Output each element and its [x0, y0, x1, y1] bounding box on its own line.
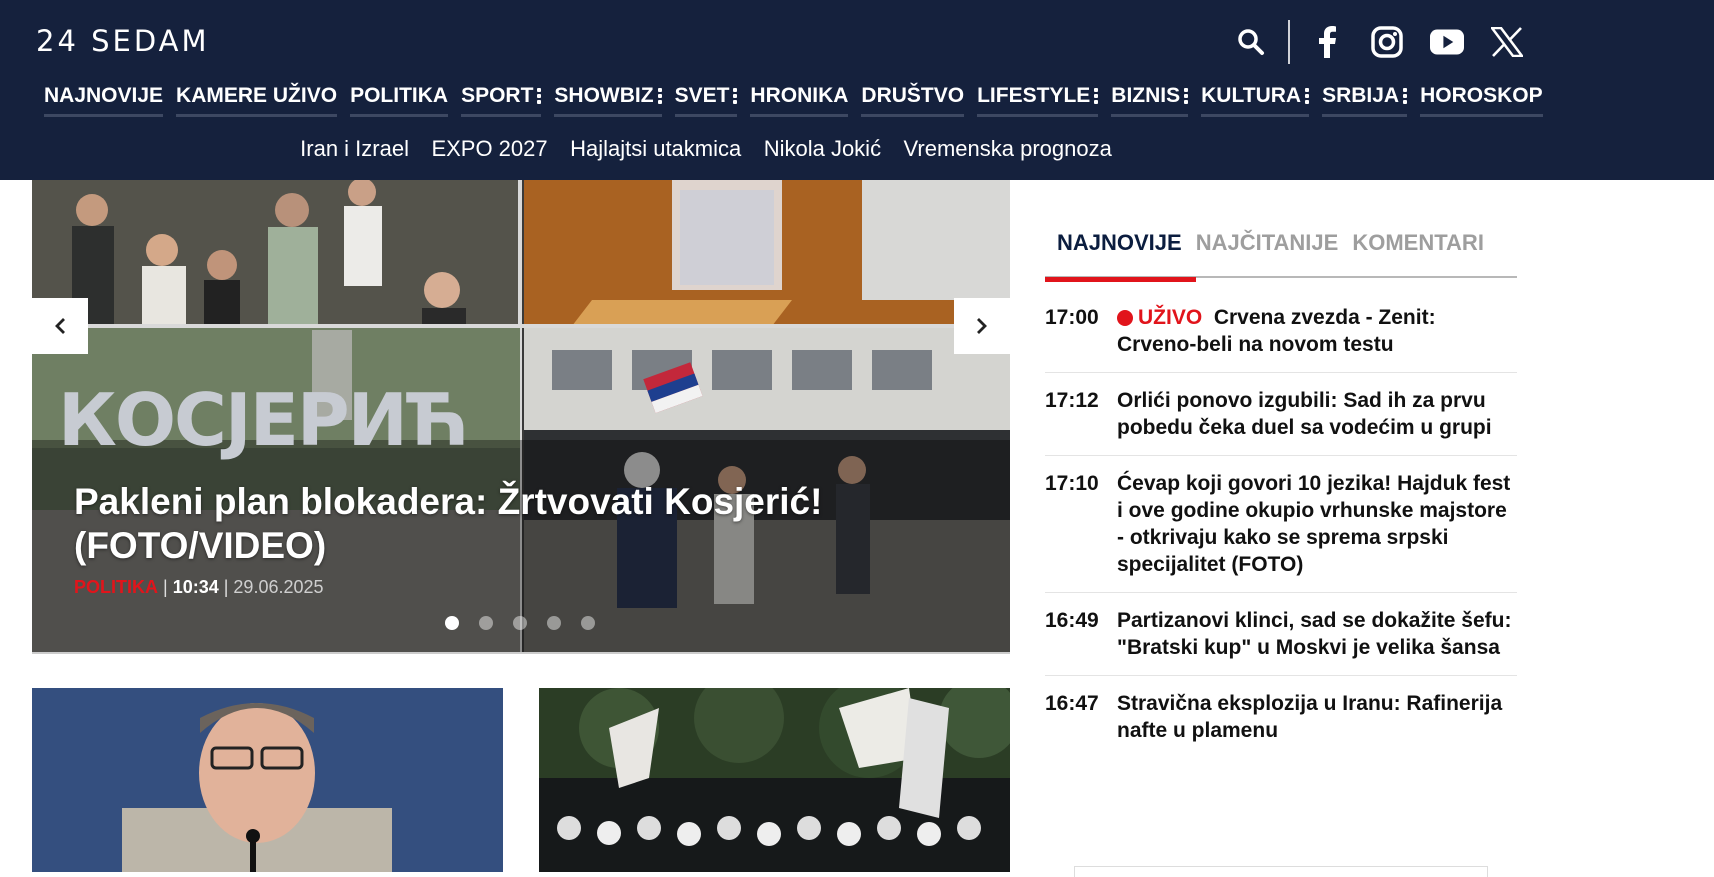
article-image [32, 688, 503, 872]
slider-dot[interactable] [581, 616, 595, 630]
topic-link[interactable]: Hajlajtsi utakmica [570, 136, 741, 161]
chevron-left-icon [55, 318, 65, 334]
nav-item-label: SVET [674, 84, 730, 107]
nav-item-kultura[interactable]: KULTURA [1201, 84, 1310, 117]
main-navigation: NAJNOVIJE KAMERE UŽIVO POLITIKA SPORT SHOWBI… [44, 84, 1543, 117]
tab-najnovije[interactable]: NAJNOVIJE [1045, 228, 1196, 282]
nav-item-label: KAMERE UŽIVO [176, 84, 338, 107]
topic-link[interactable]: Iran i Izrael [300, 136, 409, 161]
nav-item-svet[interactable]: SVET [674, 84, 738, 117]
hero-category[interactable]: POLITIKA [74, 577, 158, 597]
nav-item-biznis[interactable]: BIZNIS [1111, 84, 1189, 117]
more-dots-icon[interactable] [1184, 88, 1189, 104]
nav-item-društvo[interactable]: DRUŠTVO [861, 84, 965, 117]
more-dots-icon[interactable] [1305, 88, 1310, 104]
topic-link[interactable]: Vremenska prognoza [904, 136, 1112, 161]
nav-item-hronika[interactable]: HRONIKA [750, 84, 849, 117]
news-time: 17:00 [1045, 306, 1099, 329]
nav-item-showbiz[interactable]: SHOWBIZ [554, 84, 662, 117]
slider-dot[interactable] [445, 616, 459, 630]
nav-item-kamere-uživo[interactable]: KAMERE UŽIVO [176, 84, 338, 117]
hero-title[interactable]: Pakleni plan blokadera: Žrtvovati Kosjer… [74, 480, 934, 568]
nav-item-label: LIFESTYLE [977, 84, 1091, 107]
news-item[interactable]: 17:12 Orlići ponovo izgubili: Sad ih za … [1045, 373, 1517, 456]
instagram-icon[interactable] [1370, 25, 1404, 59]
nav-item-label: SHOWBIZ [554, 84, 654, 107]
slider-next-button[interactable] [954, 298, 1010, 354]
more-dots-icon[interactable] [1403, 88, 1408, 104]
header-tools [1234, 20, 1524, 64]
news-time: 17:12 [1045, 389, 1099, 412]
nav-item-sport[interactable]: SPORT [461, 84, 542, 117]
nav-item-label: HOROSKOP [1420, 84, 1543, 107]
topic-link[interactable]: Nikola Jokić [764, 136, 881, 161]
hero-date: 29.06.2025 [233, 577, 324, 597]
news-item[interactable]: 17:10 Ćevap koji govori 10 jezika! Hajdu… [1045, 456, 1517, 593]
topic-link[interactable]: EXPO 2027 [431, 136, 547, 161]
nav-item-label: DRUŠTVO [861, 84, 965, 107]
slider-dot[interactable] [547, 616, 561, 630]
search-icon[interactable] [1234, 25, 1268, 59]
slider-dot[interactable] [513, 616, 527, 630]
more-dots-icon[interactable] [733, 88, 738, 104]
nav-item-lifestyle[interactable]: LIFESTYLE [977, 84, 1099, 117]
news-time: 16:47 [1045, 692, 1099, 715]
nav-item-label: NAJNOVIJE [44, 84, 164, 107]
more-dots-icon[interactable] [657, 88, 662, 104]
hero-meta: POLITIKA | 10:34 | 29.06.2025 [74, 577, 324, 597]
hero-time: 10:34 [172, 577, 219, 597]
news-item[interactable]: 17:00 UŽIVO Crvena zvezda - Zenit: Crven… [1045, 290, 1517, 373]
chevron-right-icon [977, 318, 987, 334]
facebook-icon[interactable] [1310, 25, 1344, 59]
article-card[interactable] [32, 688, 503, 872]
nav-item-srbija[interactable]: SRBIJA [1322, 84, 1408, 117]
nav-item-label: SRBIJA [1322, 84, 1400, 107]
more-dots-icon[interactable] [537, 88, 542, 104]
header-divider [1288, 20, 1290, 64]
news-headline-wrap: UŽIVO Crvena zvezda - Zenit: Crveno-beli… [1117, 304, 1517, 358]
nav-item-horoskop[interactable]: HOROSKOP [1420, 84, 1543, 117]
news-item[interactable]: 16:49 Partizanovi klinci, sad se dokažit… [1045, 593, 1517, 676]
news-headline[interactable]: Ćevap koji govori 10 jezika! Hajduk fest… [1117, 470, 1517, 578]
youtube-icon[interactable] [1430, 25, 1464, 59]
news-headline[interactable]: Partizanovi klinci, sad se dokažite šefu… [1117, 607, 1517, 661]
latest-news-list: 17:00 UŽIVO Crvena zvezda - Zenit: Crven… [1045, 290, 1517, 758]
news-headline[interactable]: Orlići ponovo izgubili: Sad ih za prvu p… [1117, 387, 1517, 441]
site-header: 24 SEDAM NAJNOVIJE KAMERE UŽIVO POLITIKA SP… [0, 0, 1714, 180]
site-logo[interactable]: 24 SEDAM [36, 24, 210, 58]
more-dots-icon[interactable] [1094, 88, 1099, 104]
news-headline[interactable]: Stravična eksplozija u Iranu: Rafinerija… [1117, 690, 1517, 744]
news-time: 16:49 [1045, 609, 1099, 632]
nav-item-najnovije[interactable]: NAJNOVIJE [44, 84, 164, 117]
nav-item-label: SPORT [461, 84, 534, 107]
tab-komentari[interactable]: KOMENTARI [1352, 228, 1484, 278]
live-dot-icon [1117, 310, 1133, 326]
slider-dot[interactable] [479, 616, 493, 630]
x-icon[interactable] [1490, 25, 1524, 59]
article-image [539, 688, 1010, 872]
nav-item-label: KULTURA [1201, 84, 1302, 107]
article-card[interactable] [539, 688, 1010, 872]
slider-pagination [445, 616, 595, 630]
slider-prev-button[interactable] [32, 298, 88, 354]
nav-item-label: HRONIKA [750, 84, 849, 107]
news-time: 17:10 [1045, 472, 1099, 495]
trending-topics: Iran i Izrael EXPO 2027 Hajlajtsi utakmi… [0, 136, 1412, 162]
live-badge: UŽIVO [1138, 306, 1203, 329]
news-item[interactable]: 16:47 Stravična eksplozija u Iranu: Rafi… [1045, 676, 1517, 758]
sidebar-tabs: NAJNOVIJE NAJČITANIJE KOMENTARI [1045, 228, 1517, 282]
hero-slider[interactable]: КОСЈЕРИЋ Pakleni plan blokadera: Žrtvova… [32, 180, 1010, 654]
sign-text: КОСЈЕРИЋ [58, 378, 469, 462]
nav-item-politika[interactable]: POLITIKA [350, 84, 449, 117]
tab-najcitanije[interactable]: NAJČITANIJE [1196, 228, 1339, 278]
nav-item-label: POLITIKA [350, 84, 449, 107]
nav-item-label: BIZNIS [1111, 84, 1181, 107]
